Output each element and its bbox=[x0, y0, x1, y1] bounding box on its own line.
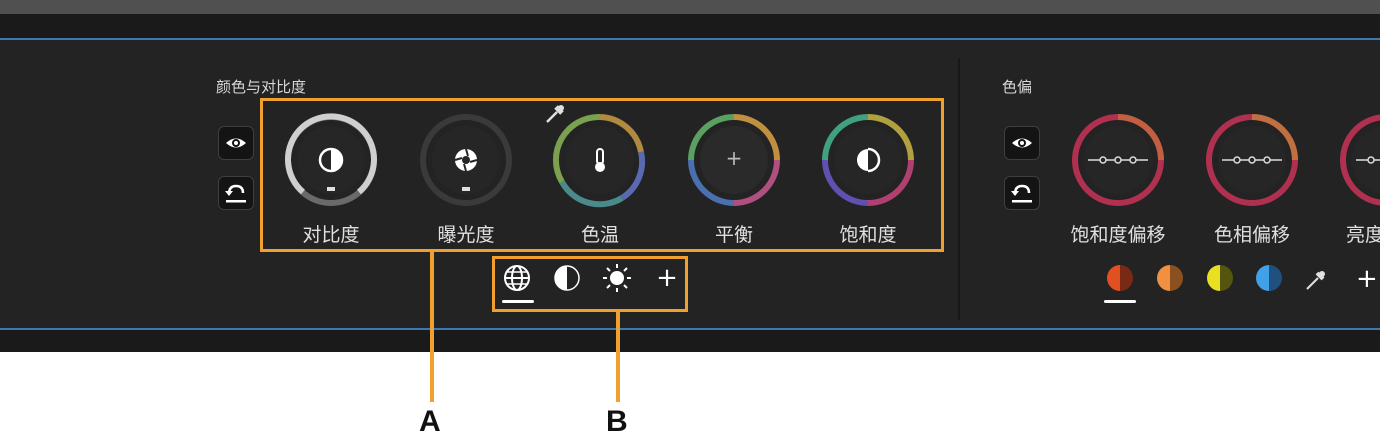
blue-swatch-icon[interactable] bbox=[1256, 265, 1282, 291]
saturation-shift-dial[interactable] bbox=[1070, 112, 1166, 212]
orange-swatch-icon[interactable] bbox=[1157, 265, 1183, 291]
luminance-label: 亮度 bbox=[1346, 224, 1380, 246]
add-swatch-icon[interactable]: + bbox=[1356, 264, 1378, 294]
section-divider bbox=[958, 58, 960, 320]
visibility-toggle-button[interactable] bbox=[218, 126, 254, 160]
hue-shift-dial[interactable] bbox=[1204, 112, 1300, 212]
yellow-swatch-icon[interactable] bbox=[1207, 265, 1233, 291]
callout-a-leader bbox=[430, 252, 434, 402]
undo-icon bbox=[1011, 184, 1032, 203]
callout-b-label: B bbox=[606, 405, 628, 438]
panel-bottom-strip bbox=[0, 330, 1380, 352]
reset-button[interactable] bbox=[218, 176, 254, 210]
callout-a-frame bbox=[260, 98, 944, 252]
hue-shift-label: 色相偏移 bbox=[1213, 224, 1290, 246]
color-cast-title: 色偏 bbox=[1002, 78, 1033, 96]
selected-swatch-indicator bbox=[1104, 300, 1136, 303]
saturation-shift-label: 饱和度偏移 bbox=[1070, 224, 1166, 246]
luminance-dial[interactable] bbox=[1338, 112, 1380, 208]
color-contrast-title: 颜色与对比度 bbox=[216, 78, 307, 96]
eye-icon bbox=[1012, 138, 1032, 148]
callout-b-frame bbox=[492, 256, 688, 312]
toolbar-strip bbox=[0, 14, 1380, 38]
window-top-edge bbox=[0, 0, 1380, 14]
callout-b-leader bbox=[616, 312, 620, 402]
callout-a-label: A bbox=[419, 405, 441, 438]
undo-icon bbox=[225, 184, 246, 203]
red-swatch-icon[interactable] bbox=[1107, 265, 1133, 291]
eyedropper-icon[interactable] bbox=[1304, 266, 1328, 292]
cast-visibility-toggle-button[interactable] bbox=[1004, 126, 1040, 160]
cast-reset-button[interactable] bbox=[1004, 176, 1040, 210]
eye-icon bbox=[226, 138, 246, 148]
